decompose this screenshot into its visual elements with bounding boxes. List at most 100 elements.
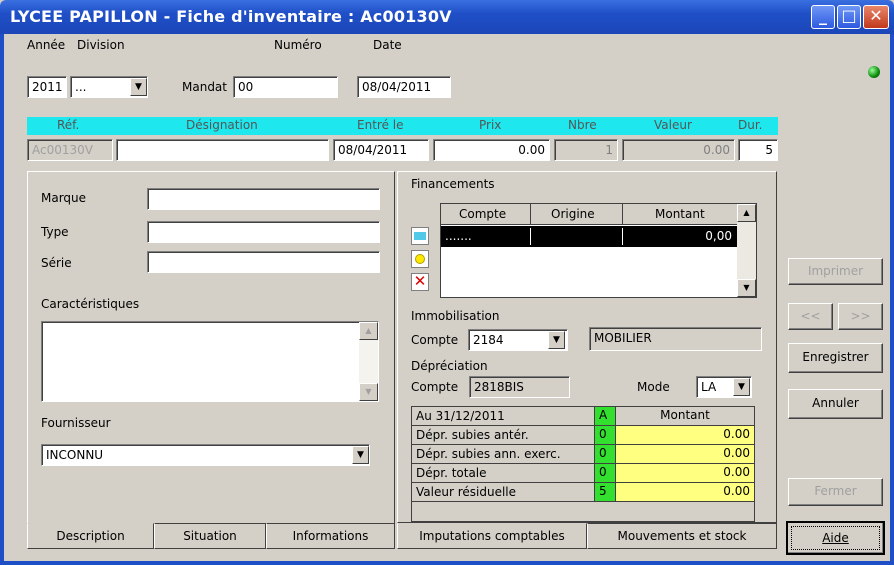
immo-compte-label: Compte [411,333,459,347]
nbre-field: 1 [554,139,618,161]
ref-field: Ac00130V [27,139,113,161]
dep-row-label: Valeur résiduelle [416,485,516,499]
dep-row-montant[interactable]: 0.00 [616,483,754,501]
fournisseur-dropdown-icon[interactable]: ▼ [352,446,369,464]
immobilisation-label: Immobilisation [411,309,500,323]
tab-imputations-comptables[interactable]: Imputations comptables [397,523,587,549]
table-row: Dépr. subies antér. 0 0.00 [412,426,754,445]
numero-label: Numéro [274,38,322,52]
maximize-icon[interactable]: □ [837,5,861,29]
serie-field[interactable] [147,251,380,273]
dep-row-label: Dépr. subies antér. [416,428,529,442]
dep-row-label: Dépr. totale [416,466,487,480]
col-valeur: Valeur [654,118,692,132]
fin-row-compte: ....... [445,229,472,243]
immo-compte-desc: MOBILIER [589,327,762,351]
fin-row-montant: 0,00 [705,229,732,243]
table-row: Dépr. subies ann. exerc. 0 0.00 [412,445,754,464]
aide-button[interactable]: Aide [786,521,885,555]
col-ref: Réf. [57,118,80,132]
dep-header-date: Au 31/12/2011 [416,409,505,423]
delete-row-icon[interactable]: ✕ [411,273,429,291]
table-row: Dépr. totale 0 0.00 [412,464,754,483]
depreciation-header-row: Au 31/12/2011 A Montant [412,407,754,426]
marque-label: Marque [41,191,87,205]
financements-row-selected[interactable]: ....... 0,00 [441,226,738,247]
add-row-icon[interactable] [411,227,429,245]
fin-scroll-down-icon[interactable]: ▼ [737,279,756,297]
mode-value: LA [701,380,717,394]
mandat-field[interactable]: 00 [233,76,338,98]
dep-row-a[interactable]: 0 [594,464,616,482]
dep-header-montant: Montant [616,407,754,425]
dur-field[interactable]: 5 [738,139,778,161]
date-field[interactable]: 08/04/2011 [357,76,451,98]
entre-le-field[interactable]: 08/04/2011 [333,139,429,161]
immo-compte-dropdown-icon[interactable]: ▼ [548,331,565,349]
prix-field[interactable]: 0.00 [433,139,550,161]
valeur-field: 0.00 [622,139,735,161]
grid-header-bar: Réf. Désignation Entré le Prix Nbre Vale… [27,117,778,135]
depreciation-label: Dépréciation [411,359,488,373]
mode-dropdown-icon[interactable]: ▼ [733,378,750,396]
annuler-button[interactable]: Annuler [788,389,883,419]
fin-col-montant: Montant [655,207,705,221]
tab-mouvements-et-stock[interactable]: Mouvements et stock [587,523,777,549]
depr-compte-field: 2818BIS [469,376,570,398]
depreciation-table: Au 31/12/2011 A Montant Dépr. subies ant… [411,406,755,522]
dep-row-label: Dépr. subies ann. exerc. [416,447,561,461]
marque-field[interactable] [147,188,380,210]
dep-row-a[interactable]: 5 [594,483,616,501]
division-dropdown-icon[interactable]: ▼ [130,78,147,96]
serie-label: Série [41,256,72,270]
dep-row-montant[interactable]: 0.00 [616,464,754,482]
dep-row-montant[interactable]: 0.00 [616,445,754,463]
annee-label: Année [27,38,66,52]
immo-compte-value: 2184 [473,333,504,347]
caracteristiques-textarea[interactable]: ▲ ▼ [41,321,379,402]
mandat-label: Mandat [182,80,227,94]
table-row: Valeur résiduelle 5 0.00 [412,483,754,502]
scroll-up-icon[interactable]: ▲ [359,322,378,340]
fournisseur-value: INCONNU [46,448,104,462]
designation-field[interactable] [116,139,329,161]
fournisseur-label: Fournisseur [41,416,111,430]
enregistrer-button[interactable]: Enregistrer [788,343,883,373]
previous-button[interactable]: << [788,303,833,330]
col-nbre: Nbre [568,118,597,132]
dep-row-a[interactable]: 0 [594,445,616,463]
scroll-down-icon[interactable]: ▼ [359,383,378,401]
dep-row-montant[interactable]: 0.00 [616,426,754,444]
col-entre-le: Entré le [357,118,404,132]
division-value: ... [75,80,87,94]
dep-row-a[interactable]: 0 [594,426,616,444]
status-led-icon [868,66,880,78]
tab-informations[interactable]: Informations [266,523,395,549]
fin-scroll-up-icon[interactable]: ▲ [737,204,756,222]
window-frame-left [0,34,4,565]
edit-row-icon[interactable] [411,250,429,268]
fin-col-compte: Compte [459,207,507,221]
close-icon[interactable]: ✕ [863,5,889,29]
annee-field[interactable]: 2011 [27,76,67,98]
financements-grid[interactable]: Compte Origine Montant ....... 0,00 ▲ ▼ [440,203,757,298]
depr-compte-label: Compte [411,380,459,394]
minimize-icon[interactable]: _ [811,5,835,29]
col-dur: Dur. [738,118,763,132]
financements-scrollbar[interactable]: ▲ ▼ [737,204,756,297]
tab-situation[interactable]: Situation [154,523,266,549]
fermer-button[interactable]: Fermer [788,478,883,506]
imprimer-button[interactable]: Imprimer [788,258,883,285]
caracteristiques-scrollbar[interactable]: ▲ ▼ [359,322,378,401]
window-frame-right [890,34,894,565]
aide-button-label: Aide [791,526,880,550]
title-bar: LYCEE PAPILLON - Fiche d'inventaire : Ac… [0,0,894,34]
tab-description[interactable]: Description [27,523,154,549]
caracteristiques-label: Caractéristiques [41,297,140,311]
fournisseur-select[interactable]: INCONNU [41,444,370,466]
next-button[interactable]: >> [838,303,883,330]
col-prix: Prix [479,118,502,132]
type-label: Type [41,225,69,239]
type-field[interactable] [147,221,380,243]
division-label: Division [77,38,125,52]
